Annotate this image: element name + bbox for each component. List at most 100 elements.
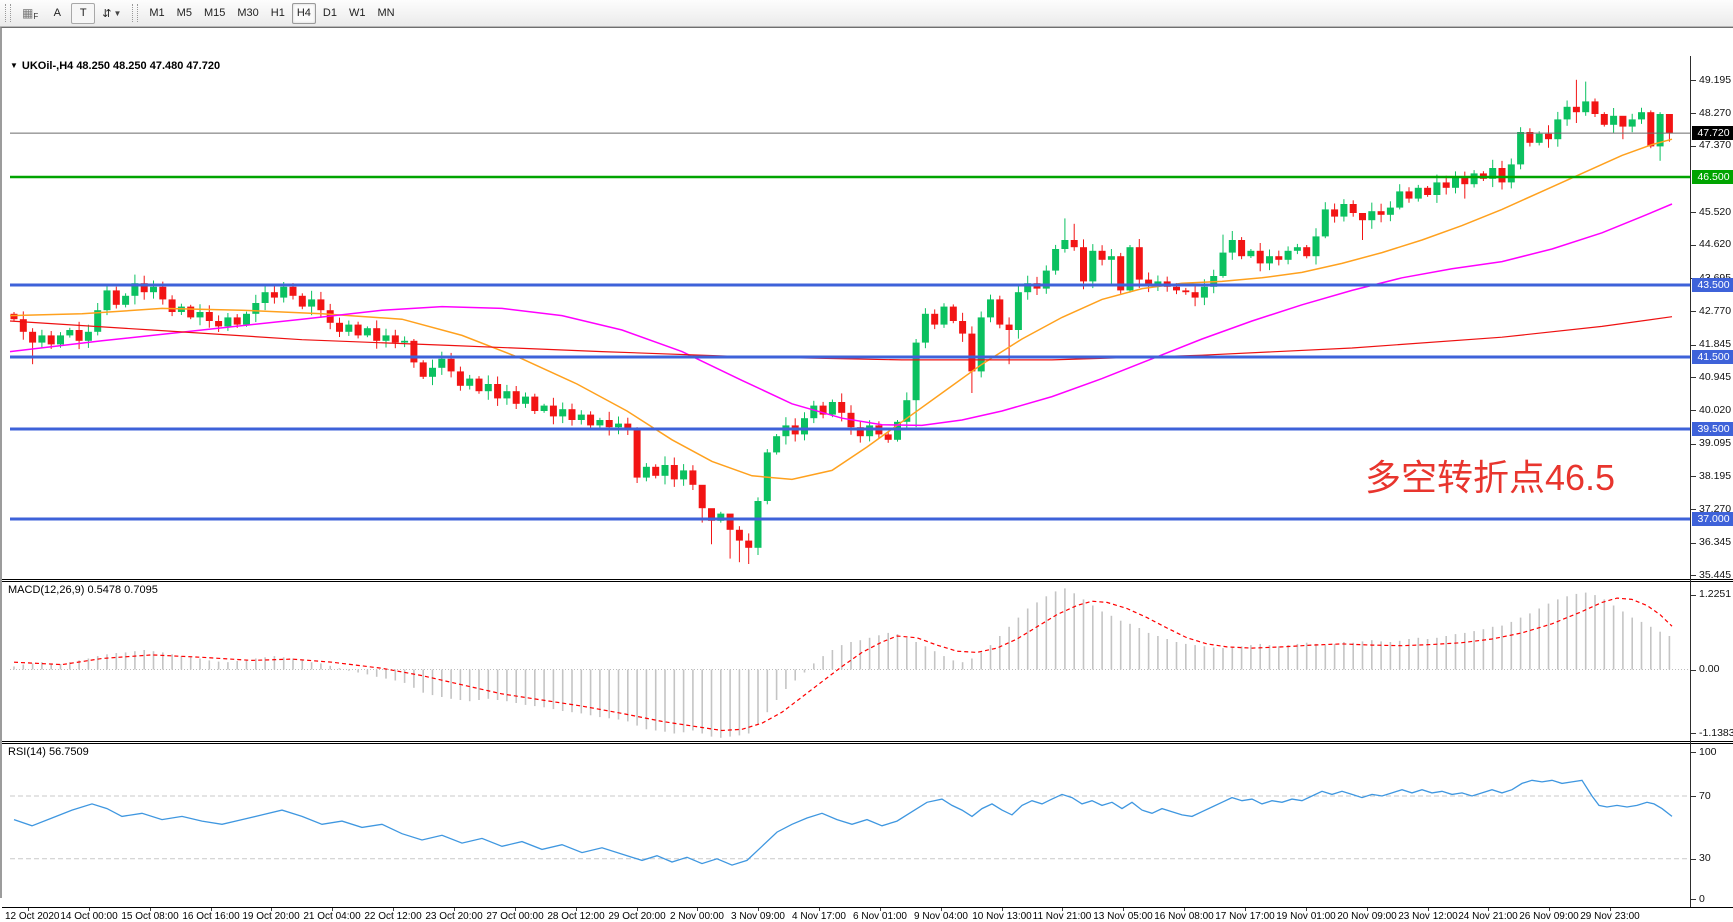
price-tick-label: 30	[1699, 852, 1711, 864]
axis-tick-mark	[1691, 670, 1696, 671]
axis-tick-mark	[1691, 752, 1696, 753]
time-label: 29 Oct 20:00	[608, 911, 665, 922]
panel-separator[interactable]	[2, 741, 1733, 744]
time-label: 11 Nov 21:00	[1033, 911, 1092, 922]
timeframe-button-M15[interactable]: M15	[199, 3, 230, 24]
macd-signal-line	[14, 598, 1672, 730]
timeframe-button-W1[interactable]: W1	[344, 3, 371, 24]
timeframe-button-H4[interactable]: H4	[292, 3, 316, 24]
timeframe-button-M1[interactable]: M1	[144, 3, 169, 24]
price-tick-label: 1.2251	[1699, 588, 1731, 600]
price-tick-label: 42.770	[1699, 305, 1731, 317]
cycle-arrows-icon: ⇵	[102, 7, 111, 20]
time-label: 12 Oct 2020	[5, 911, 59, 922]
price-axis-border	[1690, 56, 1691, 907]
axis-tick-mark	[1691, 733, 1696, 734]
chart-window: ▼UKOil-,H4 48.250 48.250 47.480 47.720 M…	[0, 27, 1733, 898]
price-level-badge: 41.500	[1692, 350, 1733, 364]
time-label: 10 Nov 13:00	[972, 911, 1032, 922]
macd-label: MACD(12,26,9) 0.5478 0.7095	[8, 584, 158, 596]
rsi-indicator-panel[interactable]	[2, 744, 1691, 907]
price-tick-label: 35.445	[1699, 569, 1731, 581]
time-label: 26 Nov 09:00	[1519, 911, 1579, 922]
time-label: 27 Oct 00:00	[486, 911, 543, 922]
time-label: 23 Nov 12:00	[1398, 911, 1458, 922]
cycle-symbols-button[interactable]: ⇵ ▼	[97, 3, 126, 24]
timeframe-button-H1[interactable]: H1	[266, 3, 290, 24]
axis-tick-mark	[1691, 595, 1696, 596]
price-tick-label: 70	[1699, 790, 1711, 802]
price-tick-label: 39.095	[1699, 437, 1731, 449]
ma-mid-magenta	[10, 204, 1672, 425]
time-label: 13 Nov 05:00	[1093, 911, 1153, 922]
axis-tick-mark	[1691, 410, 1696, 411]
price-tick-label: 48.270	[1699, 107, 1731, 119]
time-label: 16 Oct 16:00	[182, 911, 239, 922]
axis-tick-mark	[1691, 311, 1696, 312]
time-label: 24 Nov 21:00	[1458, 911, 1518, 922]
time-label: 14 Oct 00:00	[60, 911, 117, 922]
axis-tick-mark	[1691, 796, 1696, 797]
price-tick-label: 40.945	[1699, 371, 1731, 383]
price-tick-label: -1.1383	[1699, 727, 1733, 739]
time-label: 28 Oct 12:00	[547, 911, 604, 922]
time-label: 2 Nov 00:00	[670, 911, 724, 922]
chevron-down-icon[interactable]: ▼	[10, 61, 18, 70]
price-tick-label: 38.195	[1699, 470, 1731, 482]
toolbar-drag-handle[interactable]	[5, 4, 11, 22]
panel-separator[interactable]	[2, 579, 1733, 582]
time-label: 6 Nov 01:00	[853, 911, 907, 922]
price-tick-label: 40.020	[1699, 404, 1731, 416]
price-level-badge: 43.500	[1692, 278, 1733, 292]
axis-tick-mark	[1691, 377, 1696, 378]
price-tick-label: 0.00	[1699, 663, 1719, 675]
axis-tick-mark	[1691, 899, 1696, 900]
price-tick-label: 49.195	[1699, 74, 1731, 86]
price-tick-label: 47.370	[1699, 139, 1731, 151]
axis-tick-mark	[1691, 80, 1696, 81]
templates-grid-button[interactable]: ▦ F	[17, 3, 43, 24]
axis-tick-mark	[1691, 543, 1696, 544]
price-tick-label: 0	[1699, 893, 1705, 905]
axis-tick-mark	[1691, 113, 1696, 114]
time-axis-separator	[2, 907, 1733, 908]
chevron-down-icon: ▼	[113, 9, 121, 18]
toolbar-drag-handle-2[interactable]	[132, 4, 138, 22]
toolbar: ▦ F A T ⇵ ▼ M1M5M15M30H1H4D1W1MN	[0, 0, 1733, 27]
price-level-badge: 46.500	[1692, 170, 1733, 184]
axis-tick-mark	[1691, 509, 1696, 510]
time-label: 16 Nov 08:00	[1154, 911, 1214, 922]
text-label-button[interactable]: T	[71, 3, 95, 24]
time-label: 15 Oct 08:00	[121, 911, 178, 922]
macd-indicator-panel[interactable]	[2, 582, 1691, 741]
macd-histogram	[14, 588, 1669, 737]
time-label: 3 Nov 09:00	[731, 911, 785, 922]
price-tick-label: 44.620	[1699, 238, 1731, 250]
time-label: 17 Nov 17:00	[1215, 911, 1275, 922]
text-annotation-button[interactable]: A	[45, 3, 69, 24]
axis-tick-mark	[1691, 476, 1696, 477]
timeframe-group: M1M5M15M30H1H4D1W1MN	[143, 3, 400, 24]
chart-text-annotation[interactable]: 多空转折点46.5	[1365, 449, 1615, 501]
time-label: 23 Oct 20:00	[425, 911, 482, 922]
price-tick-label: 36.345	[1699, 536, 1731, 548]
time-label: 29 Nov 23:00	[1580, 911, 1640, 922]
timeframe-button-M5[interactable]: M5	[172, 3, 197, 24]
grid-button-label: F	[33, 12, 38, 21]
timeframe-button-D1[interactable]: D1	[318, 3, 342, 24]
axis-tick-mark	[1691, 146, 1696, 147]
axis-tick-mark	[1691, 575, 1696, 576]
axis-tick-mark	[1691, 859, 1696, 860]
timeframe-button-MN[interactable]: MN	[372, 3, 399, 24]
rsi-line	[14, 780, 1672, 865]
axis-tick-mark	[1691, 212, 1696, 213]
time-label: 21 Oct 04:00	[303, 911, 360, 922]
chart-title: ▼UKOil-,H4 48.250 48.250 47.480 47.720	[10, 60, 220, 72]
time-label: 19 Oct 20:00	[242, 911, 299, 922]
axis-tick-mark	[1691, 345, 1696, 346]
price-level-badge: 39.500	[1692, 422, 1733, 436]
timeframe-button-M30[interactable]: M30	[232, 3, 263, 24]
price-tick-label: 41.845	[1699, 338, 1731, 350]
axis-tick-mark	[1691, 245, 1696, 246]
time-label: 9 Nov 04:00	[914, 911, 968, 922]
